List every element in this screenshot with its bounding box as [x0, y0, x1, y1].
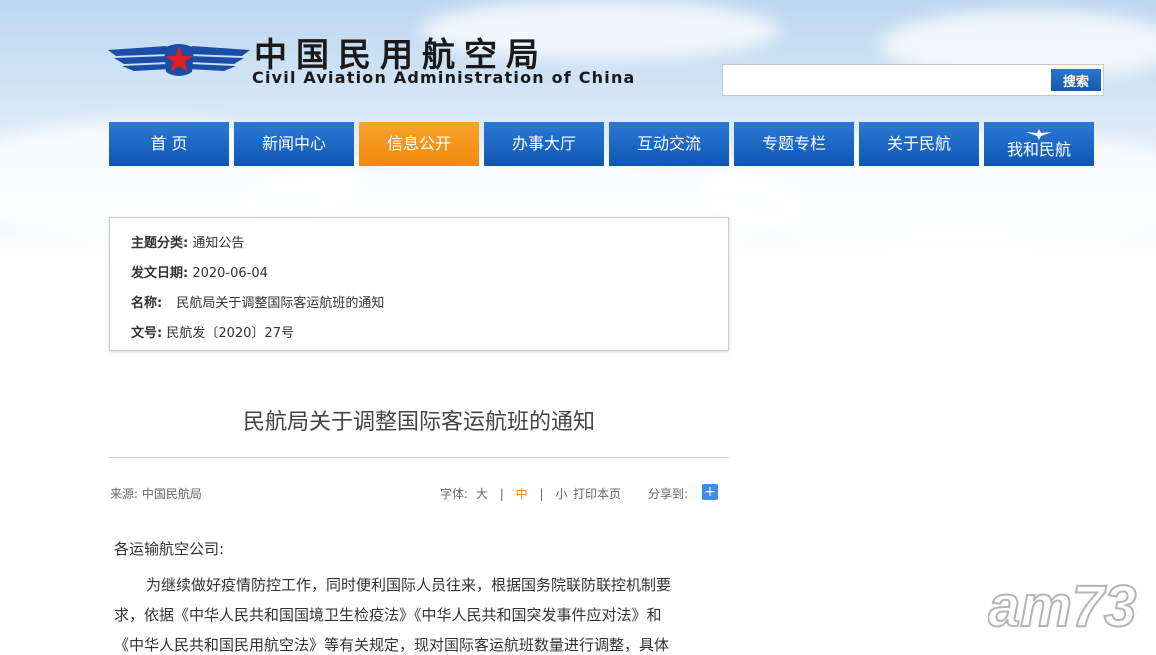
info-name-label: 名称:: [131, 296, 163, 311]
article-paragraph-line: 为继续做好疫情防控工作，同时便利国际人员往来，根据国务院联防联控机制要: [146, 576, 672, 594]
info-category-value: 通知公告: [192, 236, 245, 251]
document-info-box: 主题分类: 通知公告 发文日期: 2020-06-04 名称: 民航局关于调整国…: [109, 217, 729, 351]
am730-watermark: am730: [988, 574, 1138, 636]
separator: |: [499, 487, 504, 501]
article-salutation: 各运输航空公司:: [114, 540, 225, 558]
info-category-label: 主题分类:: [131, 236, 189, 251]
share-plus-icon[interactable]: +: [702, 484, 718, 500]
nav-item-interaction[interactable]: 互动交流: [609, 122, 729, 166]
info-doc-label: 文号:: [131, 326, 163, 341]
nav-item-service-hall[interactable]: 办事大厅: [484, 122, 604, 166]
search-input[interactable]: [729, 69, 1043, 93]
nav-item-label: 我和民航: [1006, 140, 1071, 159]
nav-item-info-disclosure[interactable]: 信息公开: [359, 122, 479, 166]
font-large-link[interactable]: 大: [476, 487, 488, 501]
info-doc-value: 民航发〔2020〕27号: [166, 326, 294, 341]
font-size-controls: 字体: 大 | 中 | 小: [440, 485, 567, 502]
article-paragraph-line: 求，依据《中华人民共和国国境卫生检疫法》《中华人民共和国突发事件应对法》和: [114, 606, 662, 624]
info-date-label: 发文日期:: [131, 266, 189, 281]
plane-icon: [1026, 129, 1052, 140]
info-name-value: 民航局关于调整国际客运航班的通知: [176, 296, 385, 311]
share-label: 分享到:: [648, 487, 689, 501]
nav-item-news[interactable]: 新闻中心: [234, 122, 354, 166]
caac-emblem-icon: [108, 44, 250, 76]
nav-item-home[interactable]: 首 页: [109, 122, 229, 166]
info-date-row: 发文日期: 2020-06-04: [131, 262, 268, 281]
search-button[interactable]: 搜索: [1051, 69, 1101, 91]
watermark-text: am730: [988, 574, 1138, 636]
info-category-row: 主题分类: 通知公告: [131, 232, 244, 251]
nav-item-me-and-caac[interactable]: 我和民航: [984, 122, 1094, 166]
nav-item-about[interactable]: 关于民航: [859, 122, 979, 166]
article-paragraph-line: 《中华人民共和国民用航空法》等有关规定，现对国际客运航班数量进行调整，具体: [114, 636, 670, 654]
info-doc-number-row: 文号: 民航发〔2020〕27号: [131, 322, 294, 341]
info-name-row: 名称: 民航局关于调整国际客运航班的通知: [131, 292, 384, 311]
separator: |: [539, 487, 544, 501]
title-divider: [109, 457, 729, 458]
article-source: 来源: 中国民航局: [110, 487, 202, 501]
font-medium-link[interactable]: 中: [516, 487, 528, 501]
font-size-label: 字体:: [440, 487, 469, 501]
search-box: 搜索: [722, 64, 1104, 96]
nav-item-special-topics[interactable]: 专题专栏: [734, 122, 854, 166]
article-title: 民航局关于调整国际客运航班的通知: [242, 410, 595, 435]
print-page-link[interactable]: 打印本页: [573, 485, 621, 502]
info-date-value: 2020-06-04: [192, 266, 268, 281]
brand-name-en: Civil Aviation Administration of China: [252, 68, 636, 87]
font-small-link[interactable]: 小: [555, 487, 567, 501]
site-logo[interactable]: 中国民用航空局 Civil Aviation Administration of…: [108, 30, 634, 92]
